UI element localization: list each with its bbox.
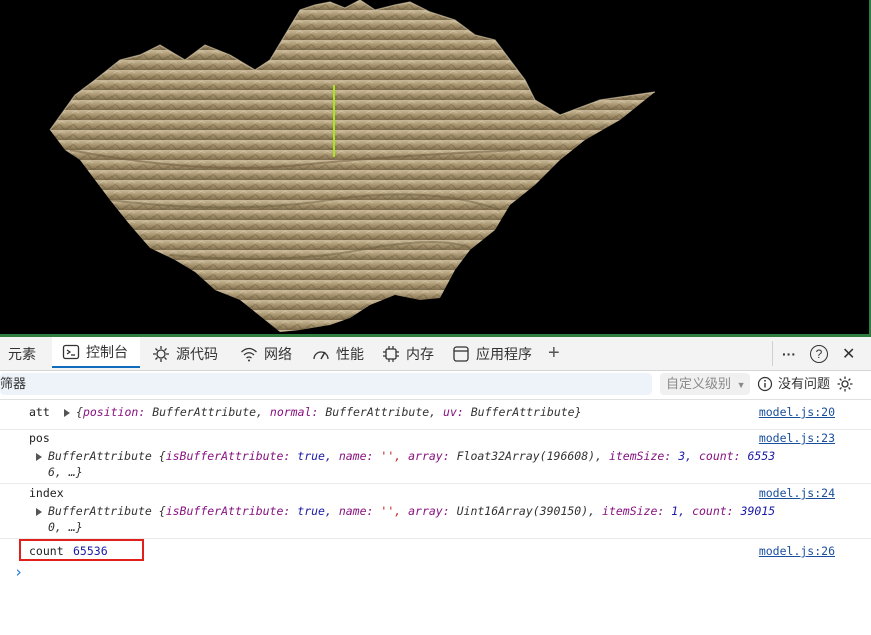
log-level-select[interactable]: 自定义级别 ▼: [660, 373, 750, 395]
issues-label: 没有问题: [778, 376, 831, 391]
divider: [772, 341, 773, 366]
terrain-mesh: [50, 0, 655, 332]
tab-console-label: 控制台: [86, 343, 128, 360]
plus-icon: +: [548, 342, 560, 364]
tab-application-label: 应用程序: [476, 345, 532, 362]
gear-icon[interactable]: [836, 375, 854, 393]
highlight-box: [19, 539, 144, 561]
filter-text: 筛器: [0, 376, 27, 391]
source-link[interactable]: model.js:26: [759, 544, 835, 558]
triangle-right-icon: [36, 452, 42, 461]
chevron-down-icon: ▼: [736, 380, 746, 390]
console-icon: [62, 344, 80, 359]
tab-memory-label: 内存: [406, 345, 434, 362]
wifi-icon: [241, 347, 257, 361]
filter-input[interactable]: 筛器: [0, 373, 652, 395]
source-link[interactable]: model.js:24: [759, 486, 835, 500]
add-tab-button[interactable]: +: [548, 337, 570, 370]
application-icon: [453, 345, 469, 362]
tab-application[interactable]: 应用程序: [452, 337, 542, 370]
help-button[interactable]: ?: [810, 337, 830, 370]
close-button[interactable]: ✕: [842, 337, 862, 370]
console-message: index BufferAttribute {isBufferAttribute…: [0, 485, 871, 539]
object-preview-continuation: 6, …}: [48, 465, 83, 479]
console-output: att {position: BufferAttribute, normal: …: [0, 400, 871, 635]
close-icon: ✕: [842, 345, 856, 363]
terrain-render: [49, 0, 656, 332]
console-filterbar: 筛器 自定义级别 ▼ 没有问题: [0, 371, 871, 400]
tab-elements-label: 元素: [8, 345, 36, 362]
tab-sources-label: 源代码: [176, 345, 218, 362]
tab-console[interactable]: 控制台: [52, 337, 140, 368]
triangle-right-icon: [36, 507, 42, 516]
console-prompt[interactable]: ›: [14, 563, 854, 583]
tab-elements[interactable]: 元素: [0, 337, 52, 370]
console-message: pos BufferAttribute {isBufferAttribute: …: [0, 430, 871, 484]
sources-icon: [153, 345, 169, 362]
issues-indicator[interactable]: 没有问题: [757, 373, 854, 395]
performance-icon: [313, 350, 329, 359]
tab-network[interactable]: 网络: [240, 337, 302, 370]
prompt-chevron-icon: ›: [14, 563, 24, 581]
tab-network-label: 网络: [264, 345, 292, 362]
source-link[interactable]: model.js:20: [759, 405, 835, 419]
tab-memory[interactable]: 内存: [382, 337, 444, 370]
tab-sources[interactable]: 源代码: [152, 337, 230, 370]
log-label: index: [29, 486, 64, 500]
devtools-tabbar: 元素 控制台 源代码 网络 性能 内存 应用程序 + ··· ? ✕: [0, 337, 871, 371]
log-label: att: [29, 405, 50, 419]
tab-performance-label: 性能: [336, 345, 364, 362]
expand-object-toggle[interactable]: {position: BufferAttribute, normal: Buff…: [64, 405, 582, 419]
object-preview-continuation: 0, …}: [48, 520, 83, 534]
expand-object-toggle[interactable]: BufferAttribute {isBufferAttribute: true…: [36, 504, 775, 518]
more-button[interactable]: ···: [782, 337, 802, 370]
help-icon: ?: [810, 344, 828, 363]
info-icon: [757, 376, 773, 392]
more-icon: ···: [782, 345, 796, 362]
triangle-right-icon: [64, 408, 70, 417]
3d-viewport[interactable]: [0, 0, 871, 336]
memory-icon: [383, 345, 399, 362]
tab-performance[interactable]: 性能: [312, 337, 374, 370]
log-label: pos: [29, 431, 50, 445]
console-message: att {position: BufferAttribute, normal: …: [0, 400, 871, 430]
expand-object-toggle[interactable]: BufferAttribute {isBufferAttribute: true…: [36, 449, 775, 463]
source-link[interactable]: model.js:23: [759, 431, 835, 445]
log-level-label: 自定义级别: [666, 376, 732, 391]
